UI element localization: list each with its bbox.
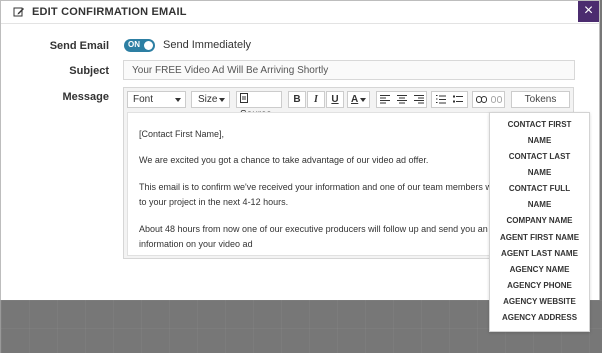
subject-input[interactable]: Your FREE Video Ad Will Be Arriving Shor… — [123, 60, 575, 80]
send-email-label: Send Email — [49, 40, 109, 52]
token-agent-last-name[interactable]: AGENT LAST NAME — [490, 249, 589, 258]
token-agency-name[interactable]: AGENCY NAME — [490, 265, 589, 274]
body-line: [Contact First Name], — [139, 129, 225, 139]
source-icon — [240, 93, 248, 103]
toggle-caption: Send Immediately — [163, 39, 252, 51]
tokens-dropdown: CONTACT FIRST NAME CONTACT LAST NAME CON… — [489, 112, 590, 332]
chevron-down-icon — [360, 98, 366, 102]
tokens-button[interactable]: Tokens — [511, 91, 570, 108]
token-agency-address[interactable]: AGENCY ADDRESS — [490, 313, 589, 322]
unordered-list-icon[interactable] — [453, 95, 463, 104]
edit-icon — [13, 7, 24, 17]
size-dropdown[interactable]: Size — [191, 91, 230, 108]
token-contact-first-name-cont[interactable]: NAME — [490, 136, 589, 145]
list-group — [431, 91, 468, 108]
chevron-down-icon — [219, 98, 225, 102]
subject-label: Subject — [69, 65, 109, 77]
modal-header: EDIT CONFIRMATION EMAIL — [1, 1, 599, 24]
font-dropdown[interactable]: Font — [127, 91, 186, 108]
align-left-icon[interactable] — [380, 95, 390, 104]
close-icon: × — [583, 2, 594, 19]
italic-button[interactable]: I — [307, 91, 325, 108]
toggle-on-text: ON — [128, 40, 140, 49]
body-line: to your project in the next 4-12 hours. — [139, 197, 289, 207]
align-center-icon[interactable] — [397, 95, 407, 104]
token-agency-phone[interactable]: AGENCY PHONE — [490, 281, 589, 290]
ordered-list-icon[interactable] — [436, 95, 446, 104]
underline-button[interactable]: U — [326, 91, 344, 108]
align-group — [376, 91, 427, 108]
token-contact-full-name-cont[interactable]: NAME — [490, 200, 589, 209]
unlink-icon[interactable] — [491, 96, 502, 103]
token-company-name[interactable]: COMPANY NAME — [490, 216, 589, 225]
body-line: We are excited you got a chance to take … — [139, 155, 429, 165]
modal-title: EDIT CONFIRMATION EMAIL — [32, 6, 187, 18]
token-contact-last-name-cont[interactable]: NAME — [490, 168, 589, 177]
align-right-icon[interactable] — [414, 95, 424, 104]
token-contact-full-name[interactable]: CONTACT FULL — [490, 184, 589, 193]
token-contact-first-name[interactable]: CONTACT FIRST — [490, 120, 589, 129]
source-button[interactable]: Source — [236, 91, 282, 120]
link-group — [472, 91, 505, 108]
toggle-knob — [144, 41, 153, 50]
body-line: information on your video ad — [139, 239, 253, 249]
token-contact-last-name[interactable]: CONTACT LAST — [490, 152, 589, 161]
chevron-down-icon — [175, 98, 181, 102]
token-agent-first-name[interactable]: AGENT FIRST NAME — [490, 233, 589, 242]
text-color-icon: A — [351, 94, 359, 105]
font-dropdown-label: Font — [133, 94, 154, 105]
send-email-toggle[interactable]: ON — [124, 39, 155, 52]
message-label: Message — [62, 91, 109, 103]
token-agency-website[interactable]: AGENCY WEBSITE — [490, 297, 589, 306]
text-color-button[interactable]: A — [347, 91, 370, 108]
size-dropdown-label: Size — [198, 94, 218, 105]
close-button[interactable]: × — [578, 1, 599, 22]
link-icon[interactable] — [476, 96, 487, 103]
bold-button[interactable]: B — [288, 91, 306, 108]
